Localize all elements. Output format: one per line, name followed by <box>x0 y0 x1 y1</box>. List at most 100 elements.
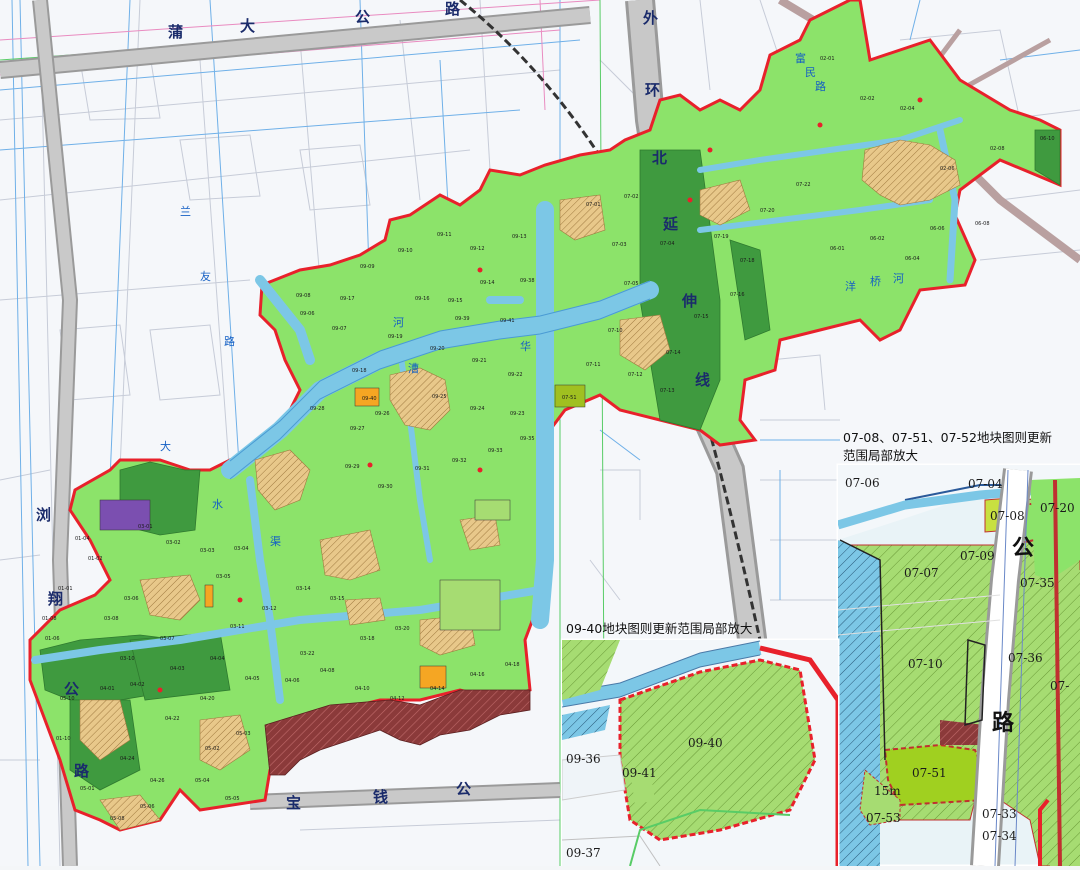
parcel-label: 04-06 <box>285 678 300 684</box>
parcel-label: 09-33 <box>488 448 503 454</box>
east-river-char-2: 河 <box>893 272 904 285</box>
inset-road-char-1: 路 <box>992 710 1015 736</box>
inset-right-title-line1: 07-08、07-51、07-52地块图则更新 <box>843 430 1052 445</box>
east-river-char-1: 桥 <box>870 275 881 288</box>
parcel-label: 04-01 <box>100 686 115 692</box>
parcel-label: 03-20 <box>395 626 410 632</box>
parcel-label: 09-13 <box>512 234 527 240</box>
parcel-label: 09-27 <box>350 426 365 432</box>
parcel-label: 06-04 <box>905 256 920 262</box>
road-ring-char-4: 伸 <box>681 292 697 310</box>
parcel-label: 07-12 <box>628 372 643 378</box>
small-road-char-0: 兰 <box>180 205 191 218</box>
parcel-label: 09-41 <box>500 318 515 324</box>
inset-right-parcel-label: 07-34 <box>982 829 1017 843</box>
parcel-0940-small: 09-40 <box>362 396 377 402</box>
road-top-char-3: 路 <box>445 0 461 18</box>
inset-right-parcel-label: 07-08 <box>990 509 1025 523</box>
parcel-label: 06-08 <box>975 221 990 227</box>
parcel-label: 09-16 <box>415 296 430 302</box>
map-canvas: 蒲 大 公 路 外 环 北 延 伸 线 宝 钱 公 浏 翔 公 路 兰 友 路 … <box>0 0 1080 868</box>
east-river-char-0: 洋 <box>845 279 856 293</box>
road-ring-char-2: 北 <box>652 149 667 167</box>
plant-road-char-0: 富 <box>795 51 806 65</box>
inset-bottom-parcel-label: 09-41 <box>622 766 657 780</box>
parcel-label: 07-03 <box>612 242 627 248</box>
road-bottom-char-1: 钱 <box>373 788 388 806</box>
parcel-label: 01-04 <box>75 536 90 542</box>
inset-bottom-parcel-label: 09-37 <box>566 846 601 860</box>
road-left-char-1: 翔 <box>47 590 63 608</box>
parcel-label: 03-22 <box>300 651 315 657</box>
parcel-label: 01-02 <box>88 556 103 562</box>
parcel-label: 03-12 <box>262 606 277 612</box>
parcel-label: 05-06 <box>140 804 155 810</box>
parcel-label: 04-16 <box>470 672 485 678</box>
road-top-char-0: 蒲 <box>168 23 183 41</box>
parcel-label: 05-10 <box>60 696 75 702</box>
parcel-label: 09-24 <box>470 406 485 412</box>
inset-right-parcel-label: 07-20 <box>1040 501 1075 515</box>
parcel-label: 04-03 <box>170 666 185 672</box>
parcel-label: 09-06 <box>300 311 315 317</box>
parcel-label: 09-39 <box>455 316 470 322</box>
small-road-char-2: 路 <box>224 335 235 348</box>
parcel-label: 09-21 <box>472 358 487 364</box>
parcel-label: 09-31 <box>415 466 430 472</box>
parcel-label: 04-08 <box>320 668 335 674</box>
parcel-label: 04-24 <box>120 756 135 762</box>
parcel-label: 03-05 <box>216 574 231 580</box>
inset-bottom: 09-40地块图则更新范围局部放大 09-36 09-40 09-41 09-37 <box>560 621 840 868</box>
river-char-0: 华 <box>520 339 531 353</box>
parcel-label: 03-18 <box>360 636 375 642</box>
parcel-label: 09-15 <box>448 298 463 304</box>
parcel-label: 05-08 <box>110 816 125 822</box>
inset-right: 07-08、07-51、07-52地块图则更新 范围局部放大 07-06 07-0… <box>836 430 1080 868</box>
parcel-label: 01-08 <box>42 616 57 622</box>
parcel-label: 01-01 <box>58 586 73 592</box>
parcel-label: 05-01 <box>80 786 95 792</box>
parcel-label: 04-12 <box>390 696 405 702</box>
small-road-char-1: 友 <box>200 269 211 283</box>
parcel-label: 09-35 <box>520 436 535 442</box>
parcel-label: 09-20 <box>430 346 445 352</box>
parcel-label: 05-02 <box>205 746 220 752</box>
parcel-label: 09-18 <box>352 368 367 374</box>
parcel-label: 04-02 <box>130 682 145 688</box>
parcel-label: 02-02 <box>860 96 875 102</box>
parcel-label: 03-08 <box>104 616 119 622</box>
road-ring-char-0: 外 <box>642 9 658 27</box>
parcel-label: 04-22 <box>165 716 180 722</box>
parcel-label: 07-15 <box>694 314 709 320</box>
road-top-char-2: 公 <box>355 8 370 26</box>
parcel-0751-small: 07-51 <box>562 395 577 401</box>
road-top-char-1: 大 <box>240 17 255 35</box>
parcel-label: 03-11 <box>230 624 245 630</box>
parcel-label: 03-04 <box>234 546 249 552</box>
parcel-label: 03-07 <box>160 636 175 642</box>
parcel-label: 07-05 <box>624 281 639 287</box>
parcel-label: 09-10 <box>398 248 413 254</box>
parcel-label: 05-04 <box>195 778 210 784</box>
parcel-label: 03-15 <box>330 596 345 602</box>
parcel-label: 02-01 <box>820 56 835 62</box>
inset-right-parcel-label: 07-04 <box>968 477 1003 491</box>
inset-right-parcel-label: 07-33 <box>982 807 1017 821</box>
parcel-label: 07-16 <box>730 292 745 298</box>
parcel-label: 07-22 <box>796 182 811 188</box>
parcel-label: 07-14 <box>666 350 681 356</box>
parcel-label: 03-06 <box>124 596 139 602</box>
parcel-label: 09-38 <box>520 278 535 284</box>
parcel-label: 03-01 <box>138 524 153 530</box>
parcel-label: 04-05 <box>245 676 260 682</box>
road-left-char-0: 浏 <box>36 506 51 524</box>
parcel-label: 04-18 <box>505 662 520 668</box>
parcel-label: 07-10 <box>608 328 623 334</box>
setback-note: 15m <box>874 784 901 798</box>
parcel-label: 02-04 <box>900 106 915 112</box>
parcel-label: 05-05 <box>225 796 240 802</box>
parcel-label: 04-26 <box>150 778 165 784</box>
parcel-label: 07-19 <box>714 234 729 240</box>
road-bottom-char-2: 公 <box>456 780 471 798</box>
plant-road-char-1: 民 <box>805 66 816 79</box>
